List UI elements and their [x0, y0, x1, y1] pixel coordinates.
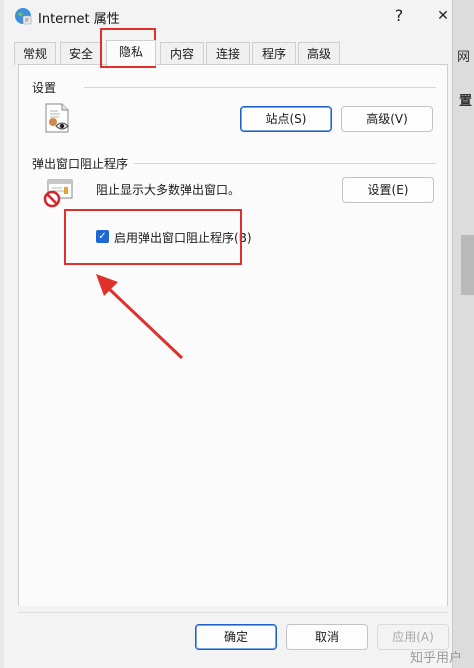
popup-divider [134, 163, 436, 164]
popup-group-label: 弹出窗口阻止程序 [32, 157, 129, 171]
help-button[interactable]: ? [382, 3, 416, 29]
close-button[interactable]: ✕ [426, 3, 460, 29]
tab-advanced[interactable]: 高级 [298, 42, 340, 65]
background-window: 网 置 [453, 0, 474, 668]
privacy-panel [18, 64, 448, 608]
tab-content[interactable]: 内容 [160, 42, 204, 65]
settings-group-label: 设置 [32, 81, 57, 95]
popup-settings-button[interactable]: 设置(E) [342, 177, 434, 203]
privacy-page-icon [45, 103, 69, 133]
popup-description: 阻止显示大多数弹出窗口。 [96, 183, 241, 197]
tab-programs[interactable]: 程序 [252, 42, 296, 65]
background-text: 置 [459, 94, 473, 109]
sites-button[interactable]: 站点(S) [240, 106, 332, 132]
settings-divider [84, 87, 436, 88]
tab-privacy[interactable]: 隐私 [106, 40, 156, 66]
annotation-arrow [96, 274, 184, 360]
title-bar: Internet 属性 ? ✕ [4, 0, 452, 32]
ok-button[interactable]: 确定 [195, 624, 277, 650]
watermark: 知乎用户 [409, 651, 462, 666]
background-bar [461, 235, 474, 295]
tab-security[interactable]: 安全 [60, 42, 102, 65]
window-title: Internet 属性 [38, 12, 120, 27]
popup-block-icon [43, 179, 73, 208]
tab-general[interactable]: 常规 [14, 42, 56, 65]
internet-properties-dialog: Internet 属性 ? ✕ 常规 安全 隐私 内容 连接 程序 高级 设置 … [4, 0, 453, 668]
background-text: 网 [457, 50, 471, 65]
internet-globe-icon [15, 8, 32, 25]
cancel-button[interactable]: 取消 [286, 624, 368, 650]
footer-divider [18, 612, 448, 613]
tab-connections[interactable]: 连接 [206, 42, 250, 65]
annotation-box-checkbox [64, 209, 242, 265]
advanced-settings-button[interactable]: 高级(V) [341, 106, 433, 132]
